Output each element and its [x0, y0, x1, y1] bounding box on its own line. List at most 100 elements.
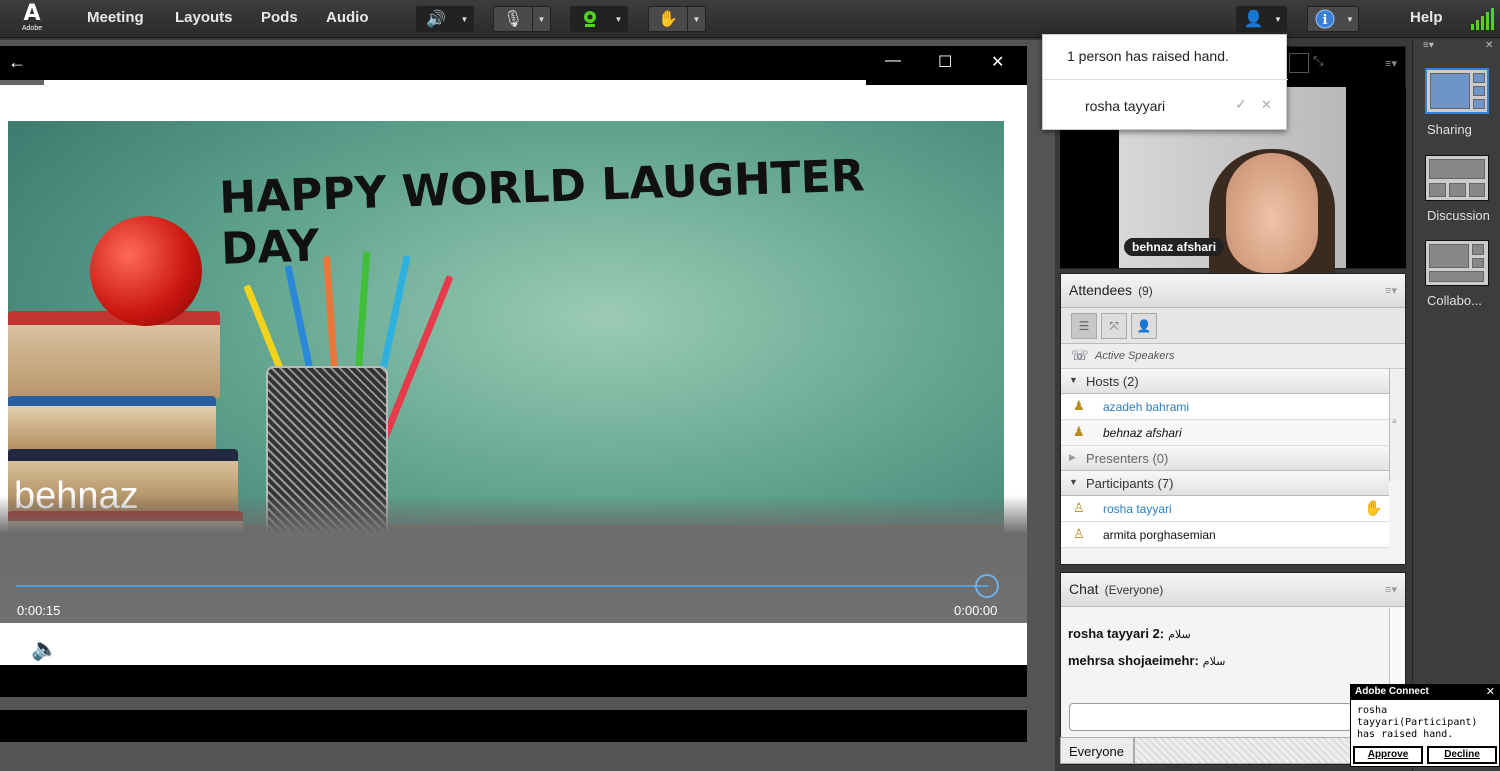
raise-hand-notification: Adobe Connect ✕ rosha tayyari(Participan…: [1350, 684, 1500, 767]
list-item[interactable]: ♙ armita porghasemian: [1061, 522, 1389, 548]
video-controls: [0, 495, 1027, 623]
list-item[interactable]: ♟ azadeh bahrami: [1061, 394, 1389, 420]
video-player-titlebar: ← — ☐ ✕: [0, 46, 1027, 80]
info-icon: i: [1308, 7, 1342, 31]
dismiss-x-icon[interactable]: ✕: [1261, 97, 1272, 113]
list-item[interactable]: ♙ rosha tayyari ✋: [1061, 496, 1389, 522]
triangle-down-icon: ▼: [1069, 477, 1078, 487]
time-elapsed: 0:00:15: [17, 603, 61, 618]
speaker-button[interactable]: 🔊 ▼: [416, 6, 474, 32]
decline-button[interactable]: Decline: [1427, 746, 1497, 764]
participants-group[interactable]: ▼ Participants (7): [1061, 471, 1389, 496]
list-item[interactable]: ♟ behnaz afshari: [1061, 420, 1389, 446]
video-headline: HAPPY WORLD LAUGHTER DAY: [218, 150, 866, 275]
camera-user-label: behnaz afshari: [1124, 238, 1225, 256]
raise-hand-status-button[interactable]: ✋ ▼: [648, 6, 706, 32]
maximize-icon[interactable]: ☐: [938, 52, 952, 72]
chat-title: Chat: [1069, 581, 1099, 597]
chat-message: rosha tayyari 2: سلام: [1068, 626, 1191, 641]
list-view-icon[interactable]: ☰: [1071, 313, 1097, 339]
pod-menu-icon[interactable]: ≡▾: [1385, 583, 1397, 596]
chat-input[interactable]: [1069, 703, 1352, 731]
back-arrow-icon[interactable]: ←: [8, 52, 26, 73]
menu-audio[interactable]: Audio: [326, 9, 369, 26]
layout-discussion-thumb[interactable]: [1425, 155, 1489, 201]
svg-text:i: i: [1323, 13, 1328, 28]
chevron-down-icon[interactable]: ▼: [1342, 7, 1358, 31]
video-progress-bar[interactable]: [16, 585, 988, 587]
hosts-group[interactable]: ▼ Hosts (2): [1061, 369, 1389, 394]
phone-icon: ☏: [1071, 347, 1089, 363]
breakout-view-icon[interactable]: ⤧: [1101, 313, 1127, 339]
adobe-logo-icon: A: [23, 1, 41, 26]
raised-hand-status-icon: ✋: [1364, 500, 1383, 517]
layout-sharing-label[interactable]: Sharing: [1427, 122, 1472, 137]
triangle-down-icon: ▼: [1069, 375, 1078, 385]
menu-meeting[interactable]: Meeting: [87, 9, 144, 26]
menu-pods[interactable]: Pods: [261, 9, 298, 26]
pod-menu-icon[interactable]: ≡▾: [1385, 57, 1397, 70]
webcam-icon: [571, 7, 609, 31]
menu-bar: A Adobe Meeting Layouts Pods Audio 🔊 ▼ 🎙…: [0, 0, 1500, 38]
fullscreen-icon[interactable]: ⤢: [892, 636, 926, 662]
participant-icon: ♙: [1073, 526, 1085, 541]
time-remaining: 0:00:00: [954, 603, 998, 618]
more-options-icon[interactable]: ⋯: [952, 636, 986, 662]
notification-title: Adobe Connect: [1355, 686, 1429, 697]
close-icon[interactable]: ✕: [1485, 40, 1493, 51]
attendees-header: Attendees (9): [1061, 274, 1405, 308]
chat-recipient-selector[interactable]: Everyone: [1060, 737, 1134, 764]
presenters-group[interactable]: ▶ Presenters (0): [1061, 446, 1389, 471]
info-button[interactable]: i ▼: [1307, 6, 1359, 32]
microphone-button[interactable]: 🎙 ▼: [493, 6, 551, 32]
chevron-down-icon[interactable]: ▼: [1270, 7, 1286, 31]
adobe-logo-text: Adobe: [21, 25, 43, 32]
layout-discussion-label[interactable]: Discussion: [1427, 208, 1490, 223]
play-icon[interactable]: [490, 636, 524, 664]
apple-image: [90, 216, 202, 326]
close-icon[interactable]: ✕: [991, 52, 1004, 72]
close-icon[interactable]: ✕: [1486, 685, 1495, 698]
layout-sharing-thumb[interactable]: [1425, 68, 1489, 114]
chevron-down-icon[interactable]: ▼: [455, 7, 473, 31]
attendee-raised-hand-icon: 👤: [1243, 11, 1264, 28]
layouts-menu-icon[interactable]: ≡▾: [1423, 40, 1434, 51]
webcam-button[interactable]: ▼: [570, 6, 628, 32]
book-stack-image: [8, 311, 220, 399]
chat-message: mehrsa shojaeimehr: سلام: [1068, 653, 1226, 668]
approve-check-icon[interactable]: ✓: [1235, 96, 1247, 113]
microphone-icon: 🎙: [502, 11, 524, 28]
layout-collaboration-thumb[interactable]: [1425, 240, 1489, 286]
active-speakers: ☏ Active Speakers: [1061, 344, 1405, 369]
pod-menu-icon[interactable]: ≡▾: [1385, 284, 1397, 297]
captions-icon[interactable]: [88, 636, 122, 664]
chevron-down-icon[interactable]: ▼: [609, 7, 627, 31]
mini-view-icon[interactable]: [833, 636, 867, 662]
skip-forward-icon[interactable]: ↻ 30: [550, 636, 584, 664]
attendees-scrollbar[interactable]: ≡: [1389, 369, 1405, 481]
host-icon: ♟: [1073, 398, 1085, 413]
adobe-logo: A Adobe: [14, 3, 50, 35]
attendees-pod: Attendees (9) ≡▾ ☰ ⤧ 👤 ☏ Active Speakers …: [1060, 273, 1406, 565]
layout-collaboration-label[interactable]: Collabo...: [1427, 293, 1482, 308]
approve-button[interactable]: Approve: [1353, 746, 1423, 764]
chevron-down-icon[interactable]: ▼: [532, 7, 550, 31]
chat-header: Chat (Everyone): [1061, 573, 1405, 607]
chevron-down-icon[interactable]: ▼: [687, 7, 705, 31]
layouts-bar: ≡▾ ✕ Sharing Discussion Collabo...: [1412, 40, 1500, 771]
webcam-person-image: [1226, 153, 1318, 273]
replay-icon[interactable]: ↺ 10: [430, 636, 464, 664]
status-view-icon[interactable]: 👤: [1131, 313, 1157, 339]
help-menu[interactable]: Help: [1410, 9, 1443, 26]
menu-layouts[interactable]: Layouts: [175, 9, 233, 26]
video-progress-knob[interactable]: [975, 574, 999, 598]
layout-toggle-icon[interactable]: [1289, 53, 1309, 73]
volume-icon[interactable]: 🔈: [28, 636, 62, 662]
chat-scope: (Everyone): [1104, 583, 1164, 597]
attendee-status-button[interactable]: 👤 ▼: [1236, 6, 1287, 32]
fullscreen-pod-icon[interactable]: ⤡: [1313, 53, 1333, 73]
pen-icon[interactable]: ✎: [774, 636, 808, 662]
minimize-icon[interactable]: —: [885, 52, 901, 70]
notification-message: rosha tayyari(Participant) has raised ha…: [1357, 705, 1478, 740]
raised-hand-person: rosha tayyari: [1085, 98, 1166, 114]
